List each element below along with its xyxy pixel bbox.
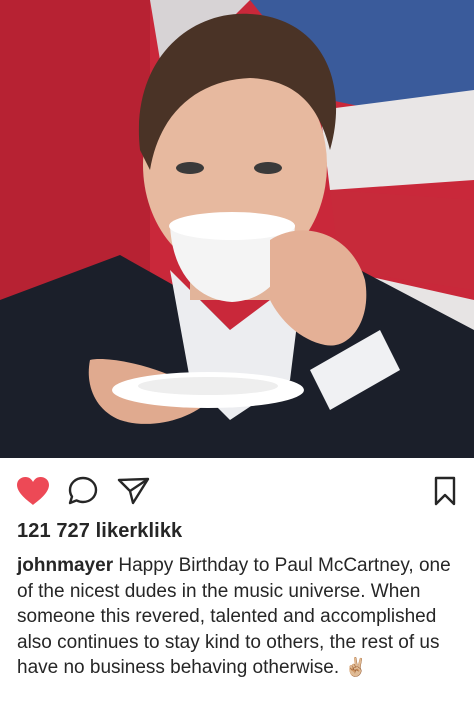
post-action-bar [0, 468, 474, 512]
likes-count[interactable]: 121 727 likerklikk [17, 520, 182, 543]
caption-username[interactable]: johnmayer [17, 555, 113, 576]
paper-plane-icon[interactable] [117, 476, 151, 506]
instagram-post: 121 727 likerklikk johnmayer Happy Birth… [0, 0, 474, 703]
victory-hand-emoji: ✌🏼 [344, 657, 367, 678]
comment-icon[interactable] [67, 476, 101, 506]
post-caption: johnmayer Happy Birthday to Paul McCartn… [17, 553, 467, 681]
bookmark-icon[interactable] [430, 476, 464, 506]
heart-filled-icon[interactable] [16, 476, 50, 506]
photo-illustration [0, 0, 474, 458]
post-photo[interactable] [0, 0, 474, 458]
